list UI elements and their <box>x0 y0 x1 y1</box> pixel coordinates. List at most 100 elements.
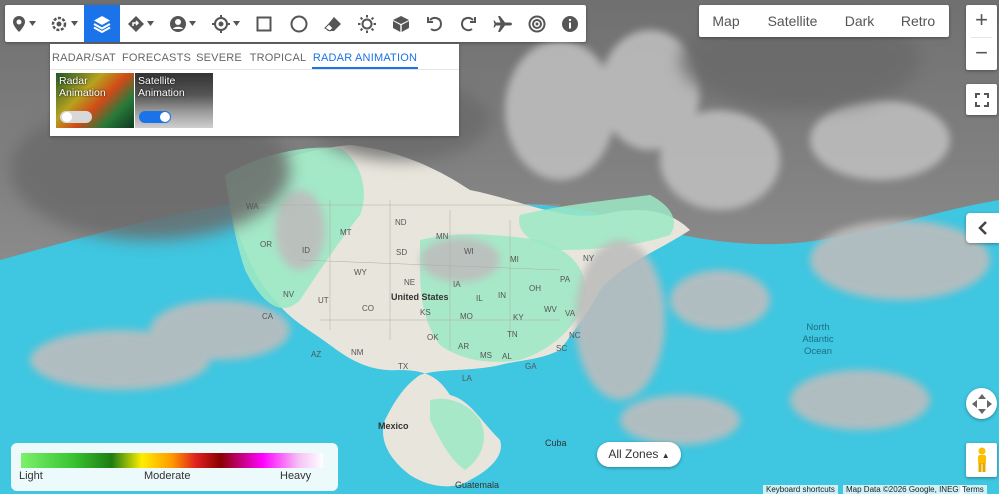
all-zones-label: All Zones <box>608 447 659 461</box>
state-label-mn: MN <box>436 232 449 241</box>
satellite-animation-label: Satellite Animation <box>138 75 185 99</box>
state-label-az: AZ <box>311 350 322 359</box>
tab-forecasts[interactable]: FORECASTS <box>122 44 191 69</box>
state-label-mi: MI <box>510 255 519 264</box>
square-tool-button[interactable] <box>246 5 282 42</box>
move-arrows-icon <box>971 393 992 414</box>
state-label-il: IL <box>476 294 483 303</box>
fullscreen-icon <box>974 92 989 107</box>
layers-tool-button[interactable] <box>83 5 120 42</box>
state-label-nc: NC <box>569 331 581 340</box>
crosshair-icon <box>211 14 231 34</box>
legend-gradient-bar <box>21 453 323 468</box>
map-toolbar <box>5 5 586 42</box>
directions-icon <box>127 15 145 33</box>
map-type-satellite-button[interactable]: Satellite <box>753 5 832 37</box>
eraser-tool-button[interactable] <box>316 5 350 42</box>
satellite-animation-toggle[interactable] <box>139 111 171 123</box>
satellite-animation-card[interactable]: Satellite Animation <box>135 73 213 128</box>
precipitation-legend: Light Moderate Heavy <box>11 443 338 491</box>
circle-icon <box>290 15 308 33</box>
tab-radar-sat[interactable]: RADAR/SAT <box>50 44 118 69</box>
legend-light-label: Light <box>19 470 43 482</box>
tab-radar-animation[interactable]: RADAR ANIMATION <box>312 44 418 69</box>
state-label-nv: NV <box>283 290 295 299</box>
redo-tool-button[interactable] <box>452 5 486 42</box>
cube-tool-button[interactable] <box>384 5 418 42</box>
keyboard-shortcuts-link[interactable]: Keyboard shortcuts <box>763 485 838 494</box>
camera-control[interactable] <box>966 388 997 419</box>
radar-tool-button[interactable] <box>521 5 553 42</box>
label-north-atlantic-ocean: North Atlantic Ocean <box>802 322 834 357</box>
map-type-retro-button[interactable]: Retro <box>887 5 949 37</box>
state-label-nm: NM <box>351 348 364 357</box>
street-view-pegman[interactable] <box>966 443 997 477</box>
location-settings-tool-button[interactable] <box>43 5 84 42</box>
caret-up-icon: ▲ <box>661 451 670 460</box>
airplane-icon <box>493 15 513 33</box>
tab-tropical[interactable]: TROPICAL <box>249 44 307 69</box>
label-mexico: Mexico <box>378 421 409 431</box>
caret-down-icon <box>27 21 37 26</box>
undo-icon <box>426 15 444 33</box>
tab-severe[interactable]: SEVERE <box>196 44 242 69</box>
circle-tool-button[interactable] <box>282 5 316 42</box>
state-label-in: IN <box>498 291 506 300</box>
label-guatemala: Guatemala <box>455 480 500 490</box>
state-label-ar: AR <box>458 342 470 351</box>
airplane-tool-button[interactable] <box>485 5 521 42</box>
state-label-ga: GA <box>525 362 537 371</box>
eraser-icon <box>324 16 342 32</box>
cube-icon <box>392 15 410 33</box>
user-tool-button[interactable] <box>161 5 204 42</box>
location-pin-icon <box>11 15 27 33</box>
user-icon <box>169 15 187 33</box>
side-panel-toggle[interactable] <box>966 213 999 243</box>
caret-down-icon <box>231 21 240 26</box>
layers-icon <box>93 15 111 33</box>
caret-down-icon <box>187 21 197 26</box>
label-united-states: United States <box>391 292 449 302</box>
state-label-co: CO <box>362 304 374 313</box>
sun-tool-button[interactable] <box>350 5 384 42</box>
state-label-oh: OH <box>529 284 541 293</box>
state-label-ks: KS <box>420 308 431 317</box>
info-tool-button[interactable] <box>553 5 586 42</box>
map-type-control: Map Satellite Dark Retro <box>699 5 949 37</box>
terms-link[interactable]: Terms <box>959 485 987 494</box>
crosshair-tool-button[interactable] <box>204 5 246 42</box>
state-label-va: VA <box>565 309 576 318</box>
sun-icon <box>357 14 377 34</box>
state-label-ia: IA <box>453 280 461 289</box>
undo-tool-button[interactable] <box>418 5 452 42</box>
state-label-id: ID <box>302 246 310 255</box>
map-type-dark-button[interactable]: Dark <box>832 5 887 37</box>
directions-tool-button[interactable] <box>120 5 162 42</box>
radar-icon <box>528 15 546 33</box>
fullscreen-button[interactable] <box>966 84 997 115</box>
state-label-wi: WI <box>464 247 474 256</box>
radar-animation-toggle[interactable] <box>60 111 92 123</box>
state-label-ca: CA <box>262 312 274 321</box>
state-label-wa: WA <box>246 202 259 211</box>
all-zones-button[interactable]: All Zones ▲ <box>597 442 681 467</box>
state-label-wv: WV <box>544 305 557 314</box>
state-label-ky: KY <box>513 313 524 322</box>
map-type-map-button[interactable]: Map <box>699 5 753 37</box>
chevron-left-icon <box>977 221 987 235</box>
redo-icon <box>459 15 477 33</box>
location-settings-icon <box>49 14 69 34</box>
legend-heavy-label: Heavy <box>280 470 312 482</box>
zoom-out-button[interactable]: − <box>966 38 997 70</box>
state-label-ny: NY <box>583 254 595 263</box>
square-icon <box>256 16 272 32</box>
radar-animation-card[interactable]: Radar Animation <box>56 73 134 128</box>
state-label-tx: TX <box>398 362 409 371</box>
state-label-tn: TN <box>507 330 518 339</box>
state-label-pa: PA <box>560 275 571 284</box>
zoom-in-button[interactable]: + <box>966 5 997 37</box>
legend-moderate-label: Moderate <box>144 470 191 482</box>
map-data-attribution: Map Data ©2026 Google, INEGI <box>843 485 964 494</box>
location-pin-tool-button[interactable] <box>5 5 43 42</box>
toggle-knob <box>62 112 72 122</box>
